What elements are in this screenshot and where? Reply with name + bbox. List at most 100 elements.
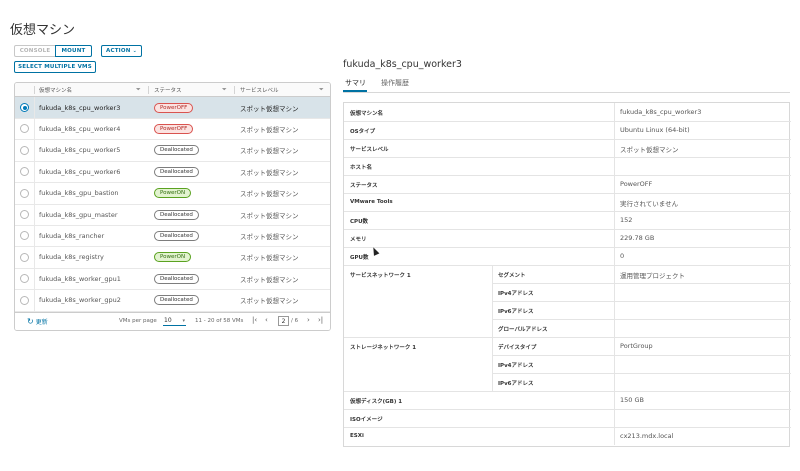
- table-row[interactable]: fukuda_k8s_cpu_worker4 PowerOFF スポット仮想マシン: [15, 118, 330, 141]
- vm-name-cell: fukuda_k8s_rancher: [39, 231, 105, 240]
- detail-label: GPU数: [350, 255, 369, 261]
- detail-value: PowerOFF: [620, 180, 653, 188]
- detail-label: ISOイメージ: [350, 417, 383, 423]
- last-page-icon[interactable]: ›|: [318, 316, 323, 324]
- chevron-down-icon: ⌄: [132, 48, 137, 54]
- service-level-cell: スポット仮想マシン: [240, 125, 299, 134]
- row-radio[interactable]: [20, 188, 29, 198]
- action-dropdown-button[interactable]: ACTION ⌄: [101, 45, 142, 57]
- detail-label: サービスレベル: [350, 147, 389, 153]
- detail-value: fukuda_k8s_cpu_worker3: [620, 108, 702, 116]
- detail-value: cx213.mdx.local: [620, 432, 674, 440]
- detail-value: 229.78 GB: [620, 234, 655, 242]
- datagrid-footer: ↻ 更新 VMs per page 10 ▾ 11 - 20 of 58 VMs…: [15, 312, 330, 330]
- vm-name-cell: fukuda_k8s_registry: [39, 253, 104, 262]
- row-radio[interactable]: [20, 167, 29, 177]
- detail-label: CPU数: [350, 219, 369, 225]
- action-label: ACTION: [106, 48, 131, 54]
- detail-label: OSタイプ: [350, 129, 376, 135]
- detail-label: VMware Tools: [350, 199, 393, 205]
- tab-summary[interactable]: サマリ: [345, 78, 366, 88]
- detail-value: 152: [620, 216, 633, 224]
- row-radio[interactable]: [20, 145, 29, 155]
- tab-divider: [343, 92, 790, 93]
- status-cell: PowerOFF: [154, 97, 194, 118]
- table-row[interactable]: fukuda_k8s_worker_gpu2 Deallocated スポット仮想マ…: [15, 289, 330, 312]
- vm-name-cell: fukuda_k8s_cpu_worker6: [39, 167, 121, 176]
- detail-sub-label: IPv4アドレス: [498, 363, 534, 369]
- row-radio[interactable]: [20, 295, 29, 305]
- row-radio[interactable]: [20, 274, 29, 284]
- vms-per-page-value: 10: [164, 317, 172, 324]
- refresh-label: 更新: [35, 319, 48, 326]
- vm-name-cell: fukuda_k8s_cpu_worker5: [39, 146, 121, 155]
- status-cell: Deallocated: [154, 290, 199, 311]
- service-level-cell: スポット仮想マシン: [240, 232, 299, 241]
- vm-name-cell: fukuda_k8s_cpu_worker3: [39, 103, 121, 112]
- status-badge: Deallocated: [154, 145, 199, 156]
- detail-value: Ubuntu Linux (64-bit): [620, 126, 690, 134]
- row-radio[interactable]: [20, 124, 29, 134]
- detail-value: 実行されていません: [620, 200, 679, 208]
- first-page-icon[interactable]: |‹: [252, 316, 257, 324]
- table-row[interactable]: fukuda_k8s_cpu_worker3 PowerOFF スポット仮想マシン: [15, 97, 330, 119]
- service-level-cell: スポット仮想マシン: [240, 147, 299, 156]
- filter-icon[interactable]: ⏷: [319, 86, 324, 94]
- service-network-label: サービスネットワーク 1: [350, 273, 411, 279]
- row-radio[interactable]: [20, 231, 29, 241]
- status-cell: Deallocated: [154, 268, 199, 289]
- status-badge: Deallocated: [154, 209, 199, 220]
- table-row[interactable]: fukuda_k8s_worker_gpu1 Deallocated スポット仮想マ…: [15, 268, 330, 291]
- status-cell: Deallocated: [154, 225, 199, 246]
- filter-icon[interactable]: ⏷: [222, 86, 227, 94]
- table-row[interactable]: fukuda_k8s_registry PowerON スポット仮想マシン: [15, 246, 330, 269]
- table-row[interactable]: fukuda_k8s_cpu_worker6 Deallocated スポット仮想マ…: [15, 161, 330, 184]
- column-header-vm-name[interactable]: 仮想マシン名: [39, 83, 72, 97]
- status-badge: Deallocated: [154, 295, 199, 306]
- status-cell: Deallocated: [154, 161, 199, 182]
- detail-value: 0: [620, 252, 625, 260]
- next-page-icon[interactable]: ›: [307, 316, 310, 324]
- mount-button[interactable]: MOUNT: [55, 45, 92, 57]
- pagination-range: 11 - 20 of 58 VMs: [195, 318, 244, 324]
- detail-label: ステータス: [350, 183, 378, 189]
- row-radio[interactable]: [20, 252, 29, 262]
- detail-sub-value: PortGroup: [620, 342, 653, 350]
- refresh-button[interactable]: ↻ 更新: [27, 317, 48, 326]
- storage-network-label: ストレージネットワーク 1: [350, 345, 417, 351]
- table-row[interactable]: fukuda_k8s_gpu_master Deallocated スポット仮想マシ…: [15, 204, 330, 226]
- service-level-cell: スポット仮想マシン: [240, 211, 299, 220]
- table-row[interactable]: fukuda_k8s_gpu_bastion PowerON スポット仮想マシン: [15, 182, 330, 205]
- status-badge: PowerON: [154, 252, 192, 263]
- row-radio[interactable]: [20, 210, 29, 219]
- vms-per-page-select[interactable]: 10 ▾: [163, 316, 186, 326]
- row-radio[interactable]: [20, 103, 29, 112]
- status-badge: PowerON: [154, 188, 192, 199]
- vm-name-cell: fukuda_k8s_cpu_worker4: [39, 124, 121, 133]
- total-pages: / 6: [291, 318, 299, 324]
- vms-per-page-label: VMs per page: [119, 318, 157, 324]
- tab-operation-history[interactable]: 操作履歴: [381, 78, 409, 88]
- table-row[interactable]: fukuda_k8s_rancher Deallocated スポット仮想マシン: [15, 225, 330, 248]
- status-badge: PowerOFF: [154, 123, 194, 134]
- detail-sub-label: IPv6アドレス: [498, 381, 534, 387]
- detail-title: fukuda_k8s_cpu_worker3: [343, 59, 462, 70]
- detail-label: ESXi: [350, 433, 364, 439]
- console-button[interactable]: CONSOLE: [14, 45, 56, 57]
- status-badge: Deallocated: [154, 166, 199, 177]
- detail-sub-label: IPv4アドレス: [498, 291, 534, 297]
- select-multiple-vms-button[interactable]: SELECT MULTIPLE VMS: [14, 61, 96, 73]
- status-badge: Deallocated: [154, 230, 199, 241]
- detail-sub-label: セグメント: [498, 273, 526, 279]
- status-cell: Deallocated: [154, 204, 199, 225]
- filter-icon[interactable]: ⏷: [136, 86, 141, 94]
- detail-value: スポット仮想マシン: [620, 146, 679, 154]
- current-page-input[interactable]: 2: [278, 316, 289, 326]
- status-cell: Deallocated: [154, 140, 199, 161]
- service-level-cell: スポット仮想マシン: [240, 168, 299, 177]
- previous-page-icon[interactable]: ‹: [265, 316, 268, 324]
- detail-value: 150 GB: [620, 396, 644, 404]
- column-header-status[interactable]: ステータス: [154, 83, 182, 97]
- column-header-service-level[interactable]: サービスレベル: [240, 83, 279, 97]
- table-row[interactable]: fukuda_k8s_cpu_worker5 Deallocated スポット仮想マ…: [15, 139, 330, 162]
